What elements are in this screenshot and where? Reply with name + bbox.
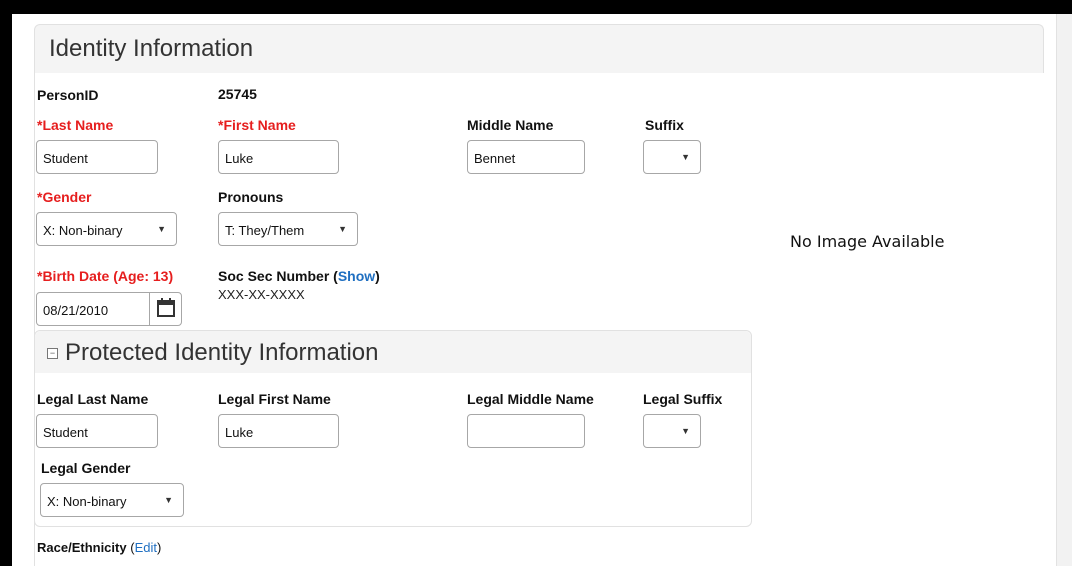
race-edit-link[interactable]: Edit: [135, 540, 157, 555]
person-id-label: PersonID: [37, 87, 99, 103]
legal-first-name-label: Legal First Name: [218, 391, 331, 407]
legal-middle-name-input[interactable]: [467, 414, 585, 448]
ssn-label-close: ): [375, 268, 380, 284]
birth-date-value: 08/21/2010: [43, 303, 109, 318]
chevron-down-icon: ▼: [157, 224, 166, 234]
suffix-select[interactable]: ▼: [643, 140, 701, 174]
legal-last-name-input[interactable]: Student: [36, 414, 158, 448]
no-image-text: No Image Available: [790, 232, 945, 251]
gender-label: *Gender: [37, 189, 92, 205]
right-gutter: [1056, 14, 1072, 566]
panel-title: Identity Information: [49, 35, 254, 62]
pronouns-label: Pronouns: [218, 189, 284, 205]
identity-panel-header: Identity Information: [34, 24, 1044, 73]
ssn-show-link[interactable]: Show: [338, 268, 375, 284]
race-ethnicity-label: Race/Ethnicity (Edit): [37, 540, 161, 555]
last-name-input[interactable]: Student: [36, 140, 158, 174]
chevron-down-icon: ▼: [681, 426, 690, 436]
race-edit-paren-close: ): [156, 540, 162, 555]
first-name-label: *First Name: [218, 117, 296, 133]
identity-form-frame: Identity Information PersonID 25745 *Las…: [12, 14, 1072, 566]
legal-first-name-input[interactable]: Luke: [218, 414, 339, 448]
person-id-value: 25745: [218, 86, 257, 102]
birth-date-input[interactable]: 08/21/2010: [36, 292, 182, 326]
chevron-down-icon: ▼: [338, 224, 347, 234]
race-ethnicity-text: Race/Ethnicity: [37, 540, 127, 555]
legal-gender-select[interactable]: X: Non-binary ▼: [40, 483, 184, 517]
legal-gender-value: X: Non-binary: [47, 494, 127, 509]
protected-identity-header[interactable]: − Protected Identity Information: [35, 331, 751, 373]
legal-suffix-select[interactable]: ▼: [643, 414, 701, 448]
gender-value: X: Non-binary: [43, 223, 123, 238]
legal-middle-name-label: Legal Middle Name: [467, 391, 594, 407]
chevron-down-icon: ▼: [164, 495, 173, 505]
collapse-icon[interactable]: −: [47, 348, 58, 359]
first-name-input[interactable]: Luke: [218, 140, 339, 174]
legal-last-name-label: Legal Last Name: [37, 391, 149, 407]
pronouns-select[interactable]: T: They/Them ▼: [218, 212, 358, 246]
middle-name-label: Middle Name: [467, 117, 554, 133]
ssn-label: Soc Sec Number (Show): [218, 268, 380, 284]
chevron-down-icon: ▼: [681, 152, 690, 162]
calendar-icon[interactable]: [149, 293, 182, 325]
last-name-label: *Last Name: [37, 117, 114, 133]
suffix-label: Suffix: [645, 117, 684, 133]
gender-select[interactable]: X: Non-binary ▼: [36, 212, 177, 246]
legal-suffix-label: Legal Suffix: [643, 391, 723, 407]
pronouns-value: T: They/Them: [225, 223, 305, 238]
ssn-value: XXX-XX-XXXX: [218, 287, 305, 302]
protected-identity-title: Protected Identity Information: [65, 339, 379, 366]
birth-date-label: *Birth Date (Age: 13): [37, 268, 174, 284]
ssn-label-text: Soc Sec Number (: [218, 268, 338, 284]
middle-name-input[interactable]: Bennet: [467, 140, 585, 174]
legal-gender-label: Legal Gender: [41, 460, 131, 476]
